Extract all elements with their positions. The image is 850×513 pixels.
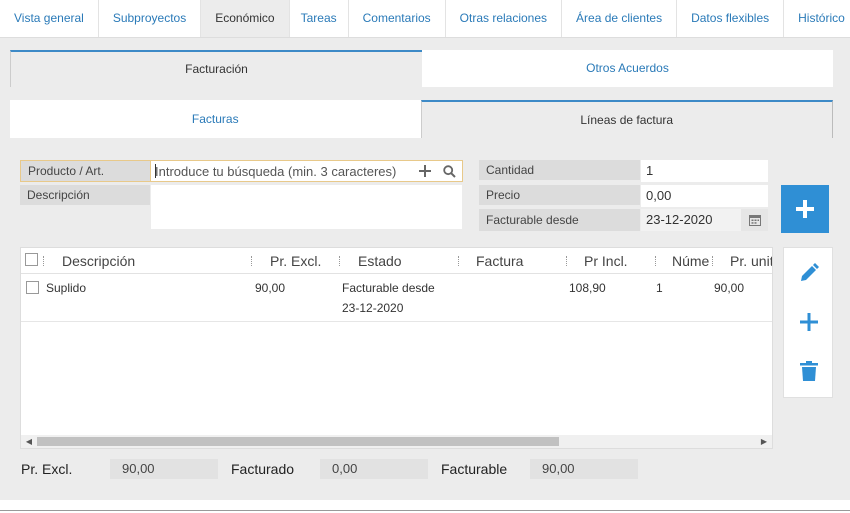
tab-lineas-factura[interactable]: Líneas de factura [420, 100, 833, 138]
tab-facturas[interactable]: Facturas [10, 100, 421, 138]
tab-subproyectos[interactable]: Subproyectos [99, 0, 202, 37]
price-field[interactable]: 0,00 [641, 185, 768, 207]
row-actions [783, 247, 833, 398]
column-separator [339, 256, 341, 266]
col-pr-unit[interactable]: Pr. unit [730, 248, 772, 274]
cell-pr-excl: 90,00 [255, 281, 286, 295]
text-caret [155, 164, 156, 178]
tab-otras-relaciones[interactable]: Otras relaciones [446, 0, 563, 37]
tab-comentarios[interactable]: Comentarios [349, 0, 446, 37]
add-line-button[interactable] [781, 185, 829, 233]
col-descripcion[interactable]: Descripción [62, 248, 135, 274]
column-separator [251, 256, 253, 266]
price-label: Precio [479, 185, 640, 205]
total-excl-label: Pr. Excl. [21, 461, 73, 477]
tab-tareas[interactable]: Tareas [290, 0, 349, 37]
scrollbar-thumb[interactable] [37, 437, 559, 446]
economico-panel: Facturación Otros Acuerdos Facturas Líne… [0, 38, 850, 500]
tab-vista-general[interactable]: Vista general [0, 0, 99, 37]
scroll-left-icon[interactable]: ◀ [22, 435, 36, 448]
description-field[interactable] [151, 185, 462, 229]
table-row[interactable]: Suplido 90,00 Facturable desde 23-12-202… [21, 275, 772, 322]
col-estado[interactable]: Estado [358, 248, 402, 274]
total-facturado-value: 0,00 [320, 459, 428, 479]
invoice-tab-bar: Facturas Líneas de factura [10, 100, 833, 138]
billable-label: Facturable desde [479, 209, 640, 231]
description-label: Descripción [20, 185, 150, 205]
col-factura[interactable]: Factura [476, 248, 523, 274]
billable-date-field[interactable]: 23-12-2020 [641, 209, 741, 231]
scroll-right-icon[interactable]: ▶ [757, 435, 771, 448]
col-pr-excl[interactable]: Pr. Excl. [270, 248, 321, 274]
cell-numero: 1 [656, 281, 663, 295]
search-icon[interactable] [437, 161, 461, 181]
invoice-lines-table: Descripción Pr. Excl. Estado Factura Pr … [20, 247, 773, 449]
tab-area-clientes[interactable]: Área de clientes [562, 0, 678, 37]
cell-pr-unit: 90,00 [714, 281, 745, 295]
calendar-icon[interactable] [741, 209, 768, 231]
col-numero[interactable]: Núme [672, 248, 710, 274]
tab-facturacion[interactable]: Facturación [10, 50, 422, 87]
column-separator [712, 256, 714, 266]
bottom-divider [0, 510, 850, 511]
row-checkbox[interactable] [26, 281, 39, 294]
billing-tab-bar: Facturación Otros Acuerdos [10, 50, 833, 87]
plus-icon [796, 200, 814, 218]
column-separator [458, 256, 460, 266]
trash-icon[interactable] [797, 359, 821, 383]
cell-pr-incl: 108,90 [569, 281, 606, 295]
total-facturado-label: Facturado [231, 461, 295, 477]
total-excl-value: 90,00 [110, 459, 218, 479]
add-icon[interactable] [797, 310, 821, 334]
tab-economico[interactable]: Económico [201, 0, 290, 37]
top-tab-bar: Vista general Subproyectos Económico Tar… [0, 0, 850, 38]
tab-datos-flexibles[interactable]: Datos flexibles [677, 0, 785, 37]
cell-estado-line1: Facturable desde [342, 281, 435, 295]
total-facturable-label: Facturable [441, 461, 508, 477]
select-all-checkbox[interactable] [25, 253, 38, 266]
column-separator [566, 256, 568, 266]
column-separator [43, 256, 45, 266]
total-facturable-value: 90,00 [530, 459, 638, 479]
product-search-input[interactable] [151, 161, 413, 181]
edit-icon[interactable] [797, 261, 821, 285]
col-pr-incl[interactable]: Pr Incl. [584, 248, 628, 274]
tab-historico[interactable]: Histórico [784, 0, 850, 37]
horizontal-scrollbar[interactable]: ◀ ▶ [21, 435, 772, 448]
table-header: Descripción Pr. Excl. Estado Factura Pr … [21, 248, 772, 274]
quantity-label: Cantidad [479, 160, 640, 180]
column-separator [655, 256, 657, 266]
product-label: Producto / Art. [20, 160, 150, 182]
product-search [150, 160, 463, 182]
cell-descripcion: Suplido [46, 281, 87, 295]
tab-otros-acuerdos[interactable]: Otros Acuerdos [422, 50, 833, 87]
cell-estado-line2: 23-12-2020 [342, 301, 404, 315]
quantity-field[interactable]: 1 [641, 160, 768, 182]
add-product-icon[interactable] [413, 161, 437, 181]
